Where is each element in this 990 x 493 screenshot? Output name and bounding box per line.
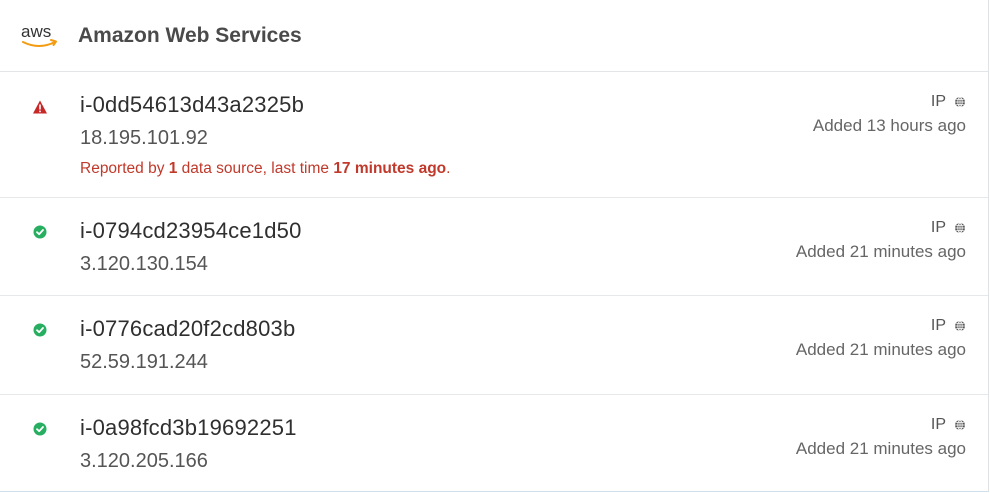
instance-meta: IP Added 13 hours ago [813, 93, 966, 136]
report-time: 17 minutes ago [333, 160, 447, 177]
instance-meta: IP Added 21 minutes ago [796, 416, 966, 459]
report-message: Reported by 1 data source, last time 17 … [80, 160, 450, 178]
globe-icon [955, 96, 965, 108]
instance-ip: 3.120.205.166 [80, 450, 208, 472]
report-suffix: . [446, 160, 451, 177]
added-time: Added 21 minutes ago [795, 242, 966, 261]
globe-icon [955, 222, 965, 234]
check-circle-icon [32, 224, 48, 240]
instance-ip: 52.59.191.244 [80, 351, 208, 373]
instance-id[interactable]: i-0794cd23954ce1d50 [80, 218, 302, 244]
provider-name: Amazon Web Services [78, 23, 302, 47]
instance-meta: IP Added 21 minutes ago [796, 219, 966, 262]
instance-meta: IP Added 21 minutes ago [796, 317, 966, 360]
aws-provider-panel: aws Amazon Web Services i-0dd54613d43a23… [0, 0, 989, 492]
instance-ip: 18.195.101.92 [80, 127, 208, 149]
instance-id[interactable]: i-0776cad20f2cd803b [80, 316, 295, 342]
instance-row[interactable]: i-0776cad20f2cd803b 52.59.191.244 IP Add… [0, 296, 988, 395]
globe-icon [955, 320, 965, 332]
tag-label: IP [930, 93, 946, 110]
tag-label: IP [930, 416, 946, 433]
tag-label: IP [930, 317, 946, 334]
added-time: Added 13 hours ago [812, 116, 966, 135]
instance-row[interactable]: i-0dd54613d43a2325b 18.195.101.92 Report… [0, 72, 988, 198]
warning-icon [32, 99, 48, 115]
instance-list: i-0dd54613d43a2325b 18.195.101.92 Report… [0, 72, 988, 491]
instance-id[interactable]: i-0a98fcd3b19692251 [80, 415, 297, 441]
instance-id[interactable]: i-0dd54613d43a2325b [80, 92, 304, 118]
instance-ip: 3.120.130.154 [80, 253, 208, 275]
added-time: Added 21 minutes ago [795, 340, 966, 359]
globe-icon [955, 419, 965, 431]
panel-header: aws Amazon Web Services [0, 0, 988, 72]
tag-label: IP [930, 219, 946, 236]
check-circle-icon [32, 322, 48, 338]
aws-logo: aws [20, 21, 60, 51]
report-middle: data source, last time [177, 160, 334, 177]
instance-row[interactable]: i-0a98fcd3b19692251 3.120.205.166 IP Add… [0, 395, 988, 491]
added-time: Added 21 minutes ago [795, 439, 966, 458]
check-circle-icon [32, 421, 48, 437]
report-prefix: Reported by [80, 160, 169, 177]
aws-logo-text: aws [21, 22, 51, 41]
instance-row[interactable]: i-0794cd23954ce1d50 3.120.130.154 IP Add… [0, 198, 988, 296]
